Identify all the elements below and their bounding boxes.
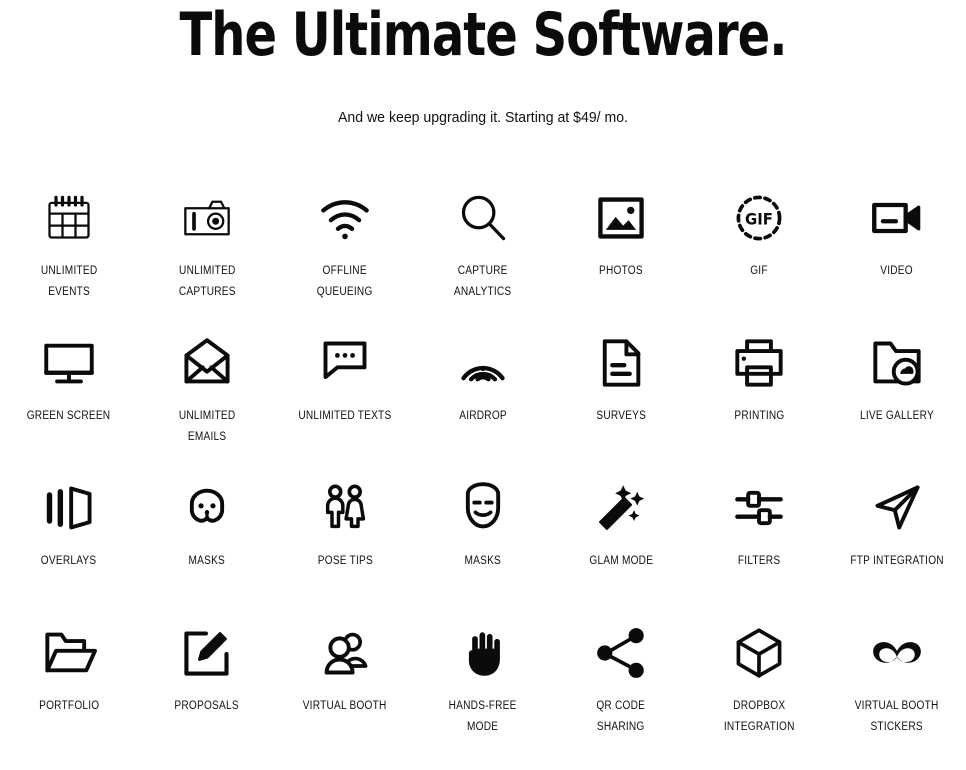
- feature-item-virtual-booth[interactable]: VIRTUAL BOOTH: [276, 625, 414, 770]
- feature-label: GIF: [750, 265, 768, 277]
- feature-item-glam-mode[interactable]: GLAM MODE: [552, 480, 690, 625]
- two-people-icon: [276, 480, 414, 536]
- feature-item-live-gallery[interactable]: LIVE GALLERY: [828, 335, 966, 480]
- feature-label: VIDEO: [880, 265, 914, 277]
- feature-item-masks-theater[interactable]: MASKS: [414, 480, 552, 625]
- feature-label: POSE TIPS: [317, 555, 373, 567]
- gif-icon: GIF: [690, 190, 828, 246]
- feature-item-virtual-booth-stickers[interactable]: VIRTUAL BOOTH STICKERS: [828, 625, 966, 770]
- feature-item-overlays[interactable]: OVERLAYS: [0, 480, 138, 625]
- wifi-icon: [276, 190, 414, 246]
- paper-plane-icon: [828, 480, 966, 536]
- chat-bubble-icon: [276, 335, 414, 391]
- feature-label: LIVE GALLERY: [860, 410, 934, 422]
- feature-item-unlimited-captures[interactable]: UNLIMITED CAPTURES: [138, 190, 276, 335]
- feature-label: HANDS-FREE MODE: [448, 700, 517, 733]
- calendar-icon: [0, 190, 138, 246]
- theater-mask-icon: [414, 480, 552, 536]
- mustache-icon: [828, 625, 966, 681]
- feature-item-unlimited-texts[interactable]: UNLIMITED TEXTS: [276, 335, 414, 480]
- feature-item-gif[interactable]: GIF GIF: [690, 190, 828, 335]
- hand-icon: [414, 625, 552, 681]
- feature-label: SURVEYS: [596, 410, 646, 422]
- layers-icon: [0, 480, 138, 536]
- feature-label: VIRTUAL BOOTH STICKERS: [855, 700, 939, 733]
- magnifier-icon: [414, 190, 552, 246]
- feature-label: GLAM MODE: [589, 555, 653, 567]
- feature-label: MASKS: [464, 555, 502, 567]
- hero-section: The Ultimate Software. And we keep upgra…: [0, 0, 966, 128]
- feature-label: MASKS: [188, 555, 226, 567]
- folder-camera-icon: [828, 335, 966, 391]
- feature-label: OVERLAYS: [41, 555, 97, 567]
- feature-label: FTP INTEGRATION: [850, 555, 944, 567]
- feature-label: UNLIMITED CAPTURES: [178, 265, 236, 298]
- feature-item-video[interactable]: VIDEO: [828, 190, 966, 335]
- feature-label: PROPOSALS: [174, 700, 240, 712]
- feature-item-green-screen[interactable]: GREEN SCREEN: [0, 335, 138, 480]
- sliders-icon: [690, 480, 828, 536]
- feature-item-proposals[interactable]: PROPOSALS: [138, 625, 276, 770]
- feature-item-masks-dog[interactable]: MASKS: [138, 480, 276, 625]
- envelope-icon: [138, 335, 276, 391]
- feature-label: PORTFOLIO: [38, 700, 100, 712]
- feature-label: OFFLINE QUEUEING: [317, 265, 373, 298]
- landing-page: The Ultimate Software. And we keep upgra…: [0, 0, 966, 736]
- feature-label: CAPTURE ANALYTICS: [454, 265, 512, 298]
- feature-label: UNLIMITED TEXTS: [298, 410, 392, 422]
- airdrop-icon: [414, 335, 552, 391]
- feature-item-printing[interactable]: PRINTING: [690, 335, 828, 480]
- open-folder-icon: [0, 625, 138, 681]
- magic-wand-icon: [552, 480, 690, 536]
- feature-item-dropbox-integration[interactable]: DROPBOX INTEGRATION: [690, 625, 828, 770]
- dog-face-icon: [138, 480, 276, 536]
- feature-grid: UNLIMITED EVENTS UNLIMITED CAPTURES OFFL…: [0, 128, 966, 770]
- feature-label: PRINTING: [733, 410, 785, 422]
- feature-label: UNLIMITED EMAILS: [178, 410, 236, 443]
- feature-item-ftp-integration[interactable]: FTP INTEGRATION: [828, 480, 966, 625]
- feature-label: UNLIMITED EVENTS: [40, 265, 98, 298]
- feature-item-unlimited-events[interactable]: UNLIMITED EVENTS: [0, 190, 138, 335]
- feature-label: FILTERS: [737, 555, 781, 567]
- share-nodes-icon: [552, 625, 690, 681]
- document-icon: [552, 335, 690, 391]
- feature-label: VIRTUAL BOOTH: [303, 700, 387, 712]
- feature-item-offline-queueing[interactable]: OFFLINE QUEUEING: [276, 190, 414, 335]
- feature-item-portfolio[interactable]: PORTFOLIO: [0, 625, 138, 770]
- svg-text:GIF: GIF: [745, 210, 773, 229]
- feature-item-pose-tips[interactable]: POSE TIPS: [276, 480, 414, 625]
- feature-item-unlimited-emails[interactable]: UNLIMITED EMAILS: [138, 335, 276, 480]
- feature-item-qr-code-sharing[interactable]: QR CODE SHARING: [552, 625, 690, 770]
- video-camera-icon: [828, 190, 966, 246]
- feature-label: GREEN SCREEN: [27, 410, 111, 422]
- feature-item-photos[interactable]: PHOTOS: [552, 190, 690, 335]
- printer-icon: [690, 335, 828, 391]
- feature-item-capture-analytics[interactable]: CAPTURE ANALYTICS: [414, 190, 552, 335]
- camera-icon: [138, 190, 276, 246]
- feature-label: PHOTOS: [599, 265, 643, 277]
- feature-label: DROPBOX INTEGRATION: [723, 700, 795, 733]
- page-title: The Ultimate Software.: [179, 0, 787, 70]
- feature-label: AIRDROP: [459, 410, 507, 422]
- feature-label: QR CODE SHARING: [596, 700, 646, 733]
- people-group-icon: [276, 625, 414, 681]
- cube-icon: [690, 625, 828, 681]
- feature-item-hands-free-mode[interactable]: HANDS-FREE MODE: [414, 625, 552, 770]
- feature-item-filters[interactable]: FILTERS: [690, 480, 828, 625]
- feature-item-airdrop[interactable]: AIRDROP: [414, 335, 552, 480]
- image-icon: [552, 190, 690, 246]
- feature-item-surveys[interactable]: SURVEYS: [552, 335, 690, 480]
- edit-square-icon: [138, 625, 276, 681]
- page-subtitle: And we keep upgrading it. Starting at $4…: [337, 109, 629, 126]
- monitor-icon: [0, 335, 138, 391]
